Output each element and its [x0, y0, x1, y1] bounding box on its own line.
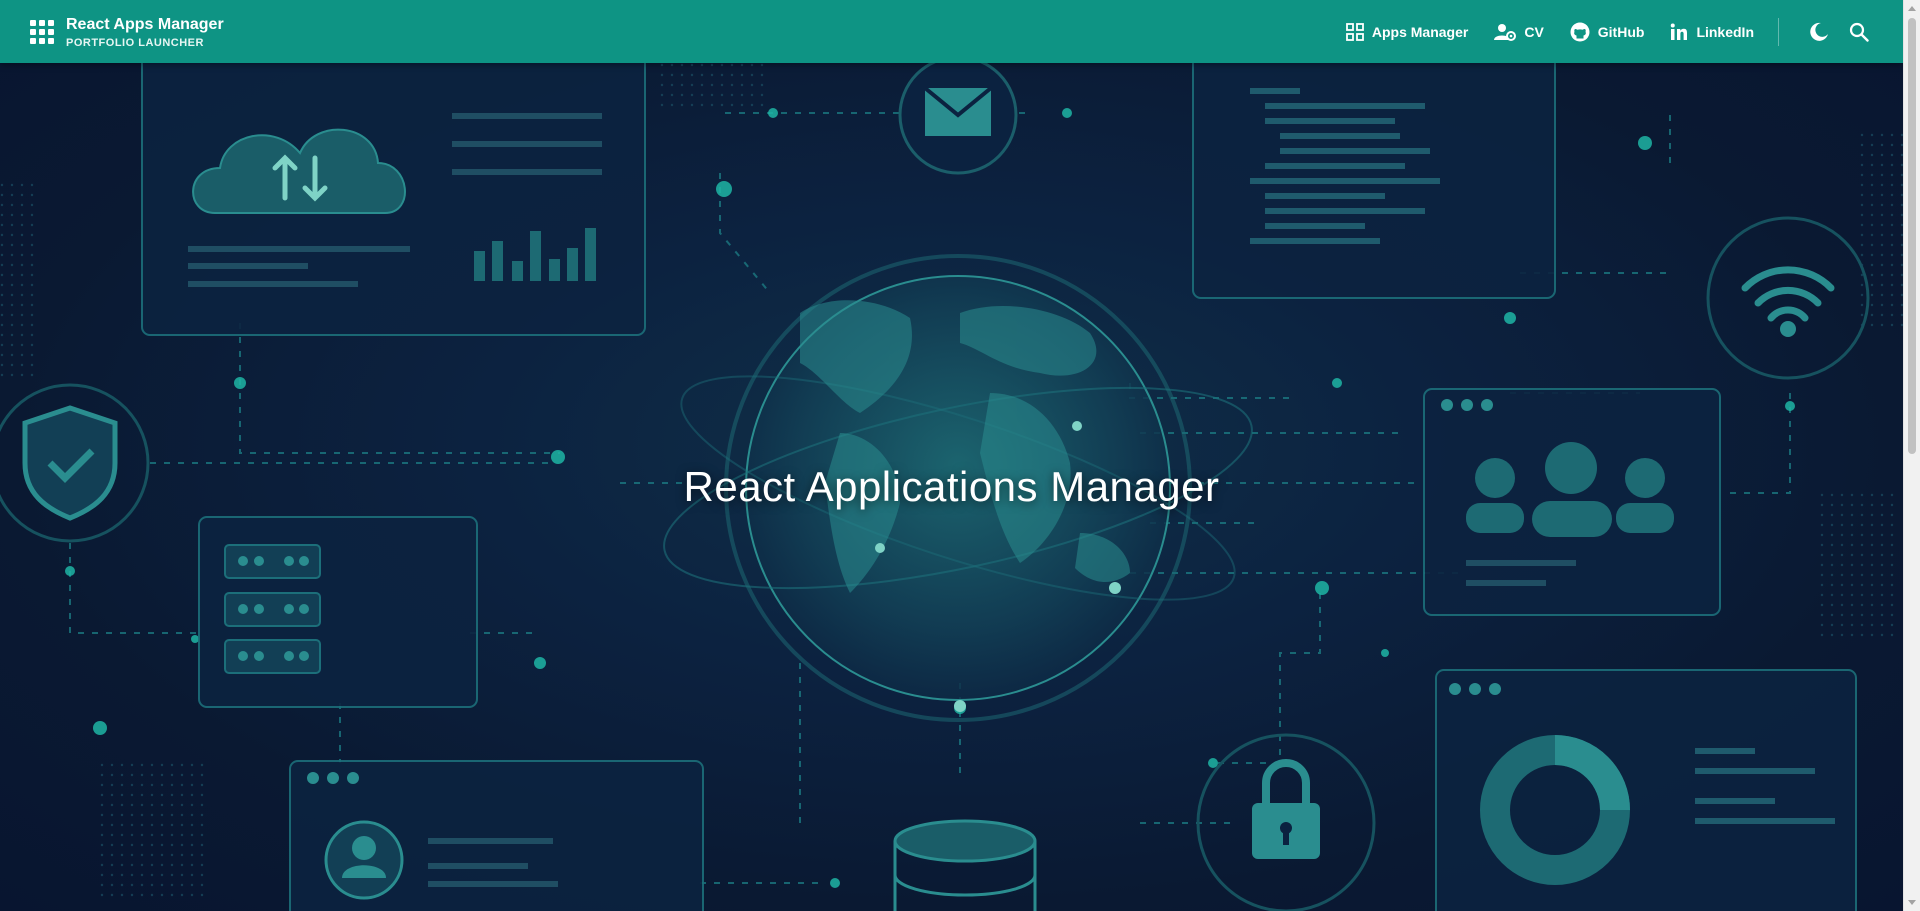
scroll-up-arrow-icon[interactable] — [1908, 6, 1916, 11]
search-icon — [1849, 22, 1869, 42]
nav-cv-label: CV — [1524, 23, 1544, 40]
app-root: React Apps Manager PORTFOLIO LAUNCHER Ap… — [0, 0, 1920, 911]
scrollbar-thumb[interactable] — [1908, 18, 1916, 454]
github-icon — [1570, 22, 1590, 41]
apps-grid-icon[interactable] — [30, 19, 54, 44]
scroll-down-arrow-icon[interactable] — [1908, 900, 1916, 905]
nav-linkedin[interactable]: LinkedIn — [1670, 23, 1754, 41]
nav-cv[interactable]: CV — [1494, 23, 1544, 41]
brand-text[interactable]: React Apps Manager PORTFOLIO LAUNCHER — [66, 15, 224, 49]
nav-apps-manager-label: Apps Manager — [1371, 23, 1469, 40]
user-gear-icon — [1494, 23, 1517, 41]
nav-divider — [1778, 17, 1779, 46]
top-nav: Apps Manager CV GitHub LinkedIn — [1320, 0, 1903, 63]
search-button[interactable] — [1843, 16, 1875, 48]
nav-linkedin-label: LinkedIn — [1696, 23, 1754, 40]
app-title: React Apps Manager — [66, 15, 224, 33]
app-subtitle: PORTFOLIO LAUNCHER — [66, 36, 204, 49]
hero-title: React Applications Manager — [683, 463, 1220, 510]
brand: React Apps Manager PORTFOLIO LAUNCHER — [0, 15, 224, 49]
hero-section: React Applications Manager — [0, 63, 1903, 911]
nav-github[interactable]: GitHub — [1570, 22, 1645, 42]
nav-github-label: GitHub — [1597, 23, 1645, 40]
apps-dashboard-icon — [1345, 22, 1364, 41]
page-scrollbar[interactable] — [1903, 0, 1920, 911]
moon-icon — [1810, 22, 1828, 41]
top-app-bar: React Apps Manager PORTFOLIO LAUNCHER Ap… — [0, 0, 1903, 63]
theme-toggle-button[interactable] — [1803, 16, 1835, 48]
linkedin-icon — [1671, 23, 1688, 40]
nav-apps-manager[interactable]: Apps Manager — [1345, 22, 1469, 41]
